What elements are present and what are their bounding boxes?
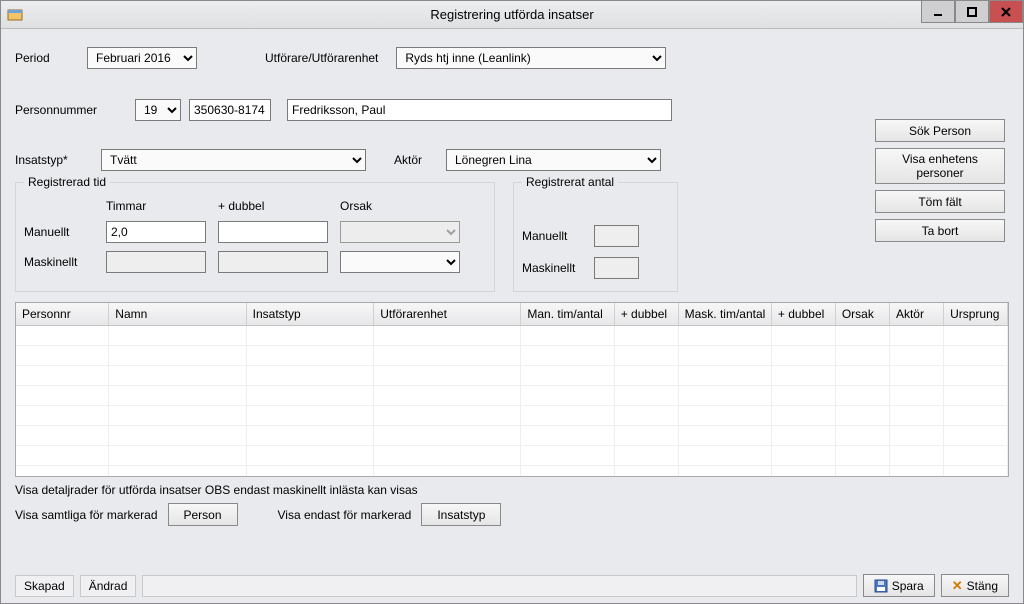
period-select[interactable]: Februari 2016 [87, 47, 197, 69]
app-window: Registrering utförda insatser Period Feb… [0, 0, 1024, 604]
insatstyp-select[interactable]: Tvätt [101, 149, 366, 171]
status-message [142, 575, 856, 597]
app-icon [7, 7, 23, 23]
time-grid: Timmar + dubbel Orsak Manuellt Maskinell… [24, 199, 486, 273]
status-changed: Ändrad [80, 575, 137, 597]
table-row[interactable] [16, 426, 1008, 446]
detail-panel: Visa detaljrader för utförda insatser OB… [15, 483, 1009, 526]
all-for-marked-label: Visa samtliga för markerad [15, 508, 158, 522]
aktor-label: Aktör [394, 153, 436, 167]
aktor-select[interactable]: Lönegren Lina [446, 149, 661, 171]
clear-fields-button[interactable]: Töm fält [875, 190, 1005, 213]
reg-antal-legend: Registrerat antal [522, 175, 618, 189]
col-timmar: Timmar [106, 199, 206, 213]
personnummer-label: Personnummer [15, 103, 127, 117]
person-row: Personnummer 19 [15, 99, 1009, 121]
minimize-button[interactable] [921, 1, 955, 23]
reg-antal-fieldset: Registrerat antal Manuellt Maskinellt [513, 175, 678, 292]
remove-button[interactable]: Ta bort [875, 219, 1005, 242]
manuellt-label: Manuellt [24, 225, 94, 239]
table-row[interactable] [16, 366, 1008, 386]
show-unit-persons-button[interactable]: Visa enhetens personer [875, 148, 1005, 184]
close-button-label: Stäng [967, 579, 998, 593]
antal-manuellt-label: Manuellt [522, 229, 584, 243]
insatstyp-row: Insatstyp* Tvätt Aktör Lönegren Lina [15, 149, 1009, 171]
table-row[interactable] [16, 326, 1008, 346]
save-icon [874, 579, 888, 593]
col-dubbel: + dubbel [218, 199, 328, 213]
th-akt-r[interactable]: Aktör [890, 303, 944, 325]
th--dubbel[interactable]: + dubbel [772, 303, 836, 325]
close-icon: ✕ [952, 579, 963, 592]
manuellt-dubbel-input[interactable] [218, 221, 328, 243]
maximize-button[interactable] [955, 1, 989, 23]
manuellt-timmar-input[interactable] [106, 221, 206, 243]
antal-manuellt-input [594, 225, 639, 247]
th-namn[interactable]: Namn [109, 303, 246, 325]
table-body [16, 326, 1008, 477]
table-row[interactable] [16, 446, 1008, 466]
maskinellt-dubbel-input [218, 251, 328, 273]
th-man-tim-antal[interactable]: Man. tim/antal [521, 303, 614, 325]
ssn-input[interactable] [189, 99, 271, 121]
table-header: PersonnrNamnInsatstypUtförarenhetMan. ti… [16, 303, 1008, 326]
save-button[interactable]: Spara [863, 574, 935, 597]
th-insatstyp[interactable]: Insatstyp [247, 303, 375, 325]
reg-tid-fieldset: Registrerad tid Timmar + dubbel Orsak Ma… [15, 175, 495, 292]
performer-label: Utförare/Utförarenhet [265, 51, 378, 65]
only-for-marked-label: Visa endast för markerad [278, 508, 412, 522]
detail-heading: Visa detaljrader för utförda insatser OB… [15, 483, 1009, 497]
side-buttons: Sök Person Visa enhetens personer Töm fä… [875, 119, 1005, 242]
top-row: Period Februari 2016 Utförare/Utförarenh… [15, 47, 1009, 69]
time-container: Registrerad tid Timmar + dubbel Orsak Ma… [15, 175, 1009, 292]
th--dubbel[interactable]: + dubbel [615, 303, 679, 325]
th-orsak[interactable]: Orsak [836, 303, 890, 325]
insatstyp-label: Insatstyp* [15, 153, 91, 167]
close-button[interactable] [989, 1, 1023, 23]
close-bottom-button[interactable]: ✕ Stäng [941, 574, 1009, 597]
person-detail-button[interactable]: Person [168, 503, 238, 526]
person-name-input[interactable] [287, 99, 672, 121]
th-mask-tim-antal[interactable]: Mask. tim/antal [679, 303, 772, 325]
antal-maskinellt-input [594, 257, 639, 279]
insatstyp-detail-button[interactable]: Insatstyp [421, 503, 501, 526]
performer-select[interactable]: Ryds htj inne (Leanlink) [396, 47, 666, 69]
antal-maskinellt-label: Maskinellt [522, 261, 584, 275]
th-utf-rarenhet[interactable]: Utförarenhet [374, 303, 521, 325]
reg-tid-legend: Registrerad tid [24, 175, 110, 189]
status-created: Skapad [15, 575, 74, 597]
period-label: Period [15, 51, 69, 65]
table-row[interactable] [16, 346, 1008, 366]
content-area: Period Februari 2016 Utförare/Utförarenh… [1, 29, 1023, 603]
window-controls [921, 1, 1023, 23]
table-row[interactable] [16, 406, 1008, 426]
maskinellt-label: Maskinellt [24, 255, 94, 269]
col-orsak: Orsak [340, 199, 460, 213]
century-select[interactable]: 19 [135, 99, 181, 121]
manuellt-orsak-select[interactable] [340, 221, 460, 243]
results-table[interactable]: PersonnrNamnInsatstypUtförarenhetMan. ti… [15, 302, 1009, 477]
th-personnr[interactable]: Personnr [16, 303, 109, 325]
save-button-label: Spara [892, 579, 924, 593]
window-title: Registrering utförda insatser [430, 7, 593, 22]
antal-grid: Manuellt Maskinellt [522, 199, 669, 279]
table-row[interactable] [16, 386, 1008, 406]
maskinellt-timmar-input [106, 251, 206, 273]
th-ursprung[interactable]: Ursprung [944, 303, 1008, 325]
find-person-button[interactable]: Sök Person [875, 119, 1005, 142]
table-row[interactable] [16, 466, 1008, 477]
titlebar: Registrering utförda insatser [1, 1, 1023, 29]
maskinellt-orsak-select[interactable] [340, 251, 460, 273]
status-bar: Skapad Ändrad Spara ✕ Stäng [15, 574, 1009, 597]
